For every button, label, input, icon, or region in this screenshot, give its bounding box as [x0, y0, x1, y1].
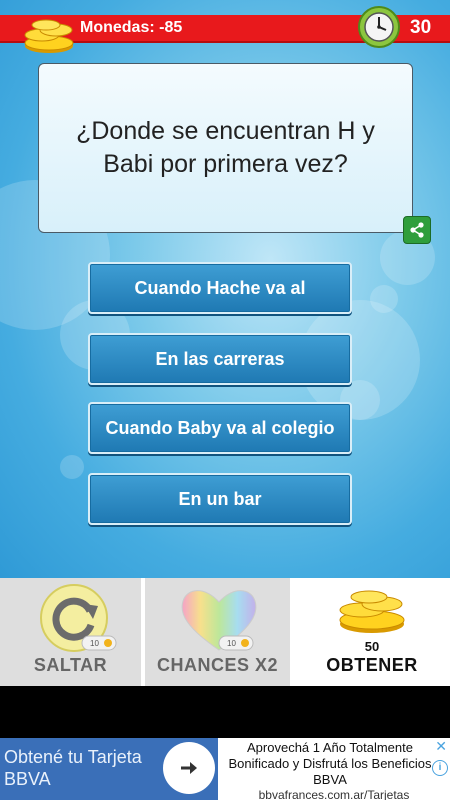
timer-value: 30 [410, 17, 432, 38]
ad-headline: Obtené tu Tarjeta BBVA [4, 747, 142, 789]
share-button[interactable] [403, 216, 431, 244]
coins-balance: Monedas: -85 [80, 19, 183, 36]
ad-url[interactable]: bbvafrances.com.ar/Tarjetas [218, 788, 450, 800]
spacer-band [0, 686, 450, 738]
question-text: ¿Donde se encuentran H y Babi por primer… [76, 117, 375, 178]
coins-icon [24, 19, 74, 53]
answer-option-4[interactable]: En un bar [88, 473, 352, 525]
obtain-label: OBTENER [326, 655, 418, 675]
double-chance-label: CHANCES X2 [156, 655, 279, 675]
coin-stack-icon [339, 590, 405, 633]
ad-body[interactable]: Aprovechá 1 Año Totalmente Bonificado y … [218, 738, 450, 800]
ad-info-icon[interactable]: i [432, 760, 448, 776]
skip-label: SALTAR [33, 655, 108, 675]
ad-description: Aprovechá 1 Año Totalmente Bonificado y … [228, 740, 432, 787]
ad-close-icon[interactable]: ✕ [435, 738, 447, 755]
share-icon [410, 222, 424, 238]
answer-option-3[interactable]: Cuando Baby va al colegio [88, 402, 352, 454]
answer-option-1[interactable]: Cuando Hache va al [88, 262, 352, 314]
arrow-right-icon [181, 762, 197, 774]
ad-cta-button[interactable] [163, 742, 215, 794]
skip-cost: 10 [90, 639, 99, 648]
obtain-amount: 50 [364, 639, 380, 654]
powerup-bar: 10 SALTAR 10 CHANCES X2 50 OBTENER [0, 578, 450, 686]
skip-icon: 10 [40, 584, 117, 652]
double-chance-button[interactable]: 10 CHANCES X2 [145, 578, 292, 686]
double-cost: 10 [227, 639, 236, 648]
answer-option-2[interactable]: En las carreras [88, 333, 352, 385]
obtain-coins-button[interactable]: 50 OBTENER [294, 578, 450, 686]
skip-button[interactable]: 10 SALTAR [0, 578, 143, 686]
clock-icon [358, 6, 400, 48]
game-screen: Monedas: -85 30 ¿Donde se encuentran H y… [0, 0, 450, 800]
question-card: ¿Donde se encuentran H y Babi por primer… [38, 63, 413, 233]
rainbow-heart-icon: 10 [181, 590, 257, 651]
